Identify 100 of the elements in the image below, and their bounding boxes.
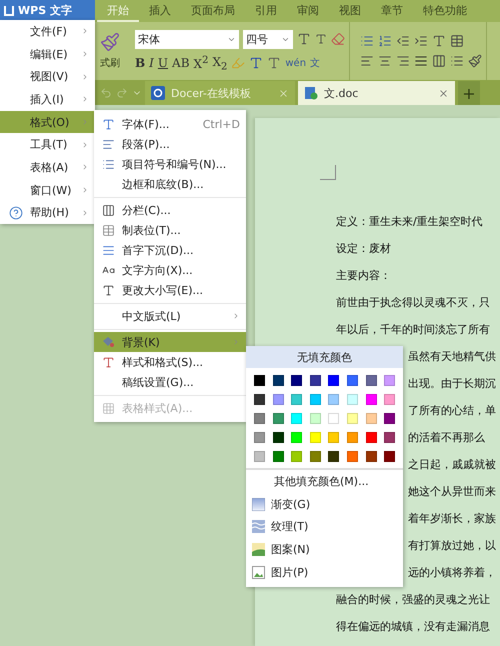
color-swatch[interactable] bbox=[346, 432, 358, 443]
menu-item[interactable]: 字体(F)... Ctrl+D bbox=[94, 114, 246, 134]
font-field[interactable]: 宋体 bbox=[135, 30, 239, 49]
color-swatch[interactable] bbox=[328, 394, 340, 405]
color-swatch[interactable] bbox=[310, 394, 321, 405]
menu-item[interactable]: 编辑(E) bbox=[0, 42, 95, 66]
color-swatch[interactable] bbox=[346, 413, 358, 424]
color-swatch[interactable] bbox=[384, 413, 396, 424]
menu-item[interactable]: 边框和底纹(B)... bbox=[94, 174, 246, 194]
document-text: 的活着不再那么 bbox=[408, 431, 485, 444]
color-swatch[interactable] bbox=[384, 375, 396, 386]
menu-item[interactable]: 更改大小写(E)... bbox=[94, 280, 246, 300]
menu-item[interactable]: 格式(O) bbox=[0, 110, 95, 134]
color-swatch[interactable] bbox=[291, 432, 302, 443]
color-swatch[interactable] bbox=[384, 394, 396, 405]
color-swatch[interactable] bbox=[346, 375, 358, 386]
ribbon-tab[interactable]: 特色功能 bbox=[413, 0, 477, 22]
color-swatch[interactable] bbox=[291, 413, 302, 424]
color-swatch[interactable] bbox=[272, 451, 284, 462]
color-swatch[interactable] bbox=[328, 451, 340, 462]
color-swatch[interactable] bbox=[291, 375, 302, 386]
format-button[interactable]: X$_{2}$ bbox=[212, 54, 228, 72]
color-swatch[interactable] bbox=[254, 413, 265, 424]
menu-item[interactable]: 工具(T) bbox=[0, 133, 95, 156]
redo-icon bbox=[116, 87, 128, 99]
menu-item[interactable]: 其他填充颜色(M)... bbox=[246, 470, 403, 493]
menu-item[interactable]: 帮助(H) bbox=[0, 202, 95, 224]
ribbon-tab[interactable]: 视图 bbox=[329, 0, 371, 22]
font-size-field[interactable]: 四号 bbox=[243, 30, 293, 49]
format-button[interactable]: X$^{2}$ bbox=[194, 55, 208, 72]
clear-format-icon bbox=[331, 32, 345, 46]
color-swatch[interactable] bbox=[328, 432, 340, 443]
menu-item[interactable]: 中文版式(L) bbox=[94, 306, 246, 326]
indent-icon bbox=[414, 34, 428, 48]
table-style-icon bbox=[102, 402, 114, 414]
format-button[interactable]: B bbox=[135, 56, 146, 70]
ribbon-tab[interactable]: 插入 bbox=[139, 0, 181, 22]
menu-item[interactable]: 图片(P) bbox=[246, 560, 403, 584]
color-swatch[interactable] bbox=[254, 432, 265, 443]
menu-item[interactable]: 文件(F) bbox=[0, 20, 95, 43]
document-tab[interactable]: 文.doc bbox=[298, 81, 455, 105]
color-swatch[interactable] bbox=[384, 432, 396, 443]
color-swatch[interactable] bbox=[366, 413, 377, 424]
color-swatch[interactable] bbox=[272, 432, 284, 443]
highlighter-icon bbox=[231, 56, 246, 70]
menu-item[interactable]: 分栏(C)... bbox=[94, 200, 246, 220]
color-swatch[interactable] bbox=[328, 413, 340, 424]
menu-item[interactable]: 制表位(T)... bbox=[94, 220, 246, 240]
ribbon-tab[interactable]: 引用 bbox=[245, 0, 287, 22]
color-swatch[interactable] bbox=[291, 394, 302, 405]
color-swatch[interactable] bbox=[291, 451, 302, 462]
color-swatch[interactable] bbox=[366, 375, 377, 386]
color-swatch[interactable] bbox=[384, 451, 396, 462]
menu-item[interactable]: 图案(N) bbox=[246, 538, 403, 561]
format-button[interactable]: U bbox=[158, 56, 168, 70]
document-text: 得在偏远的城镇，没有走漏消息 bbox=[336, 620, 490, 633]
menu-item[interactable]: 视图(V) bbox=[0, 65, 95, 88]
ribbon-tab[interactable]: 审阅 bbox=[287, 0, 329, 22]
color-swatch[interactable] bbox=[254, 451, 265, 462]
format-button[interactable]: AB bbox=[172, 56, 190, 70]
document-text: 主要内容： bbox=[336, 269, 391, 282]
color-swatch[interactable] bbox=[310, 375, 321, 386]
document-text: 前世由于执念得以灵魂不灭，只 bbox=[336, 296, 490, 309]
new-tab-button[interactable]: + bbox=[458, 81, 480, 105]
menu-item[interactable]: 纹理(T) bbox=[246, 515, 403, 538]
menu-item[interactable]: 样式和格式(S)... bbox=[94, 352, 246, 372]
color-swatch[interactable] bbox=[254, 394, 265, 405]
color-swatch[interactable] bbox=[366, 451, 377, 462]
color-swatch[interactable] bbox=[366, 394, 377, 405]
menu-item[interactable]: 背景(K) bbox=[94, 332, 246, 352]
color-swatch[interactable] bbox=[310, 451, 321, 462]
menu-item[interactable]: 渐变(G) bbox=[246, 492, 403, 516]
format-button[interactable]: I bbox=[149, 56, 154, 70]
color-swatch[interactable] bbox=[272, 413, 284, 424]
gradient-icon bbox=[252, 498, 265, 511]
menu-item[interactable]: 表格(A) bbox=[0, 156, 95, 179]
menu-item[interactable]: 插入(I) bbox=[0, 88, 95, 111]
color-swatch[interactable] bbox=[310, 432, 321, 443]
color-swatch[interactable] bbox=[346, 394, 358, 405]
color-swatch[interactable] bbox=[272, 394, 284, 405]
color-swatch[interactable] bbox=[346, 451, 358, 462]
menu-item[interactable]: 项目符号和编号(N)... bbox=[94, 154, 246, 174]
color-swatch[interactable] bbox=[272, 375, 284, 386]
color-swatch[interactable] bbox=[366, 432, 377, 443]
menu-item[interactable]: 首字下沉(D)... bbox=[94, 240, 246, 260]
menu-item[interactable]: 段落(P)... bbox=[94, 134, 246, 154]
align-center-icon bbox=[378, 54, 392, 68]
ribbon-tab[interactable]: 章节 bbox=[371, 0, 413, 22]
phonetic-button[interactable]: wén bbox=[285, 58, 306, 69]
format-painter-label[interactable]: 式刷 bbox=[100, 56, 120, 70]
menu-item[interactable]: 稿纸设置(G)... bbox=[94, 372, 246, 392]
menu-item[interactable]: 文字方向(X)... bbox=[94, 260, 246, 280]
app-menu-button[interactable]: WPS 文字 bbox=[0, 0, 95, 20]
ribbon-tab[interactable]: 页面布局 bbox=[181, 0, 245, 22]
menu-item[interactable]: 窗口(W) bbox=[0, 178, 95, 202]
format-painter-icon bbox=[100, 32, 120, 52]
no-fill-option[interactable]: 无填充颜色 bbox=[246, 346, 403, 368]
color-swatch[interactable] bbox=[310, 413, 321, 424]
color-swatch[interactable] bbox=[254, 375, 265, 386]
color-swatch[interactable] bbox=[328, 375, 340, 386]
